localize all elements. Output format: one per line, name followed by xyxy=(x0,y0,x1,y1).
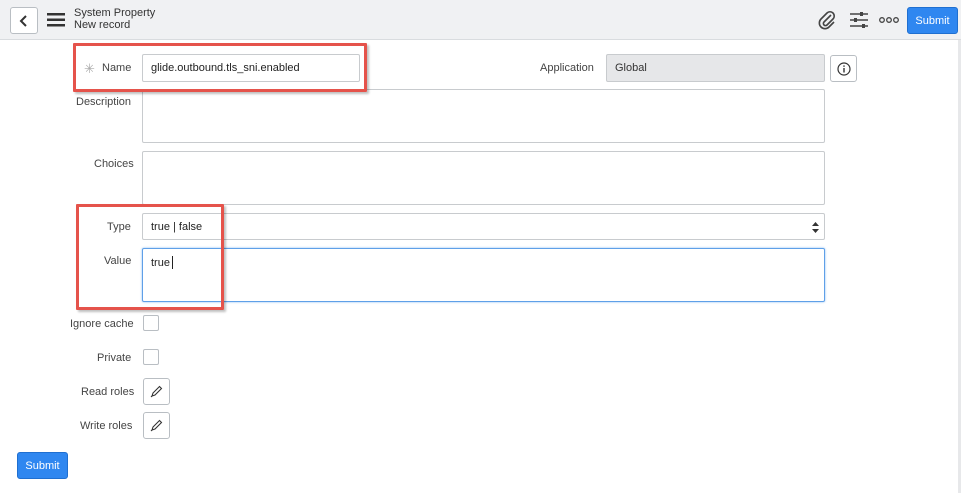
settings-sliders-icon xyxy=(850,12,868,28)
pencil-icon xyxy=(150,385,163,398)
write-roles-label: Write roles xyxy=(80,420,133,432)
settings-button[interactable] xyxy=(848,9,870,31)
menu-icon[interactable] xyxy=(46,12,66,28)
application-field: Global xyxy=(606,54,825,82)
attachment-button[interactable] xyxy=(816,9,838,31)
more-icon xyxy=(879,17,899,23)
choices-textarea[interactable] xyxy=(142,151,825,205)
page-title: System Property xyxy=(74,7,156,19)
select-arrows-icon xyxy=(812,222,819,233)
read-roles-edit-button[interactable] xyxy=(143,378,170,405)
submit-button-top[interactable]: Submit xyxy=(907,7,958,34)
description-textarea[interactable] xyxy=(142,89,825,143)
ignore-cache-label: Ignore cache xyxy=(70,318,134,330)
private-label: Private xyxy=(97,352,132,364)
highlight-type-value-box xyxy=(76,204,224,310)
application-label: Application xyxy=(540,62,594,74)
highlight-name-box xyxy=(73,43,367,92)
ignore-cache-checkbox[interactable] xyxy=(143,315,159,331)
pencil-icon xyxy=(150,419,163,432)
type-select[interactable]: true | false xyxy=(142,213,825,240)
back-icon xyxy=(19,14,27,27)
choices-label: Choices xyxy=(94,158,134,170)
description-label: Description xyxy=(76,96,132,108)
page-subtitle: New record xyxy=(74,19,131,31)
submit-button-bottom[interactable]: Submit xyxy=(17,452,68,479)
value-textarea[interactable]: true xyxy=(142,248,825,302)
write-roles-edit-button[interactable] xyxy=(143,412,170,439)
title-block: System Property New record xyxy=(74,7,155,31)
info-icon xyxy=(836,61,851,76)
read-roles-label: Read roles xyxy=(81,386,135,398)
application-info-button[interactable] xyxy=(830,55,857,82)
back-button[interactable] xyxy=(10,7,38,34)
attachment-icon xyxy=(818,10,836,30)
more-button[interactable] xyxy=(878,9,900,31)
private-checkbox[interactable] xyxy=(143,349,159,365)
form-header: System Property New record Submit xyxy=(0,0,961,40)
